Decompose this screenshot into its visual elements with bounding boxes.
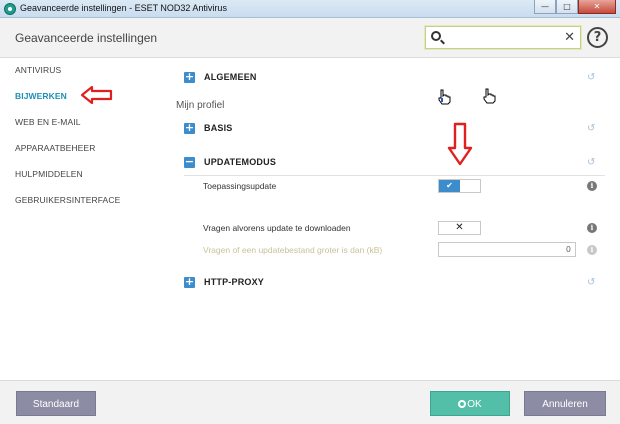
window-titlebar: Geavanceerde instellingen - ESET NOD32 A… (0, 0, 620, 18)
ask-size-label: Vragen of een updatebestand groter is da… (203, 245, 383, 255)
page-title: Geavanceerde instellingen (15, 31, 158, 45)
sidebar-item-gebruikersinterface[interactable]: GEBRUIKERSINTERFACE (15, 195, 120, 205)
section-label: BASIS (204, 123, 233, 133)
close-window-button[interactable]: ✕ (578, 0, 616, 14)
section-basis[interactable]: + BASIS (184, 120, 233, 136)
help-icon[interactable]: ? (587, 27, 608, 48)
sidebar-item-apparaatbeheer[interactable]: APPARAATBEHEER (15, 143, 95, 153)
ask-before-download-toggle[interactable]: ✕ (438, 221, 481, 235)
sidebar-item-bijwerken[interactable]: BIJWERKEN (15, 91, 67, 101)
search-box[interactable]: ✕ (425, 26, 581, 49)
sidebar-item-hulpmiddelen[interactable]: HULPMIDDELEN (15, 169, 83, 179)
revert-icon[interactable]: ↺ (587, 277, 598, 288)
update-size-input[interactable]: 0 (438, 242, 576, 257)
sidebar-item-antivirus[interactable]: ANTIVIRUS (15, 65, 61, 75)
revert-icon[interactable]: ↺ (587, 123, 598, 134)
eset-app-icon (4, 3, 16, 15)
window-controls: — □ ✕ (534, 0, 616, 14)
section-divider (184, 175, 605, 176)
annuleren-button[interactable]: Annuleren (524, 391, 606, 416)
section-label: HTTP-PROXY (204, 277, 265, 287)
sidebar: ANTIVIRUS BIJWERKEN WEB EN E-MAIL APPARA… (0, 59, 170, 379)
section-label: ALGEMEEN (204, 72, 257, 82)
sidebar-item-web-en-email[interactable]: WEB EN E-MAIL (15, 117, 81, 127)
dialog-footer: Standaard OK Annuleren (0, 380, 620, 424)
expand-plus-icon[interactable]: + (184, 71, 195, 83)
revert-icon[interactable]: ↺ (587, 157, 598, 168)
section-algemeen[interactable]: + ALGEMEEN (184, 69, 257, 85)
section-updatemodus[interactable]: − UPDATEMODUS (184, 154, 276, 170)
revert-icon[interactable]: ↺ (587, 72, 598, 83)
app-update-toggle[interactable]: ✔ (438, 179, 481, 193)
app-update-label: Toepassingsupdate (203, 181, 277, 191)
profile-label: Mijn profiel (176, 100, 225, 111)
settings-header: Geavanceerde instellingen ✕ ? (0, 18, 620, 58)
section-label: UPDATEMODUS (204, 157, 277, 167)
maximize-button[interactable]: □ (556, 0, 578, 14)
red-arrow-left-icon (80, 85, 113, 105)
search-icon (431, 31, 441, 41)
checkmark-icon: ✔ (439, 180, 460, 192)
shield-icon (458, 400, 467, 408)
info-icon[interactable]: i (587, 245, 597, 255)
window-title: Geavanceerde instellingen - ESET NOD32 A… (20, 3, 227, 13)
clear-search-icon[interactable]: ✕ (564, 29, 575, 46)
section-http-proxy[interactable]: + HTTP-PROXY (184, 274, 264, 290)
collapse-minus-icon[interactable]: − (184, 156, 195, 168)
info-icon[interactable]: i (587, 223, 597, 233)
minimize-button[interactable]: — (534, 0, 556, 14)
expand-plus-icon[interactable]: + (184, 122, 195, 134)
ok-button[interactable]: OK (430, 391, 510, 416)
ok-button-label: OK (467, 399, 482, 410)
expand-plus-icon[interactable]: + (184, 276, 195, 288)
ask-before-download-label: Vragen alvorens update te downloaden (203, 223, 351, 233)
info-icon[interactable]: i (587, 181, 597, 191)
settings-panel: + ALGEMEEN ↺ Mijn profiel + BASIS ↺ − UP… (170, 59, 620, 379)
standaard-button[interactable]: Standaard (16, 391, 96, 416)
